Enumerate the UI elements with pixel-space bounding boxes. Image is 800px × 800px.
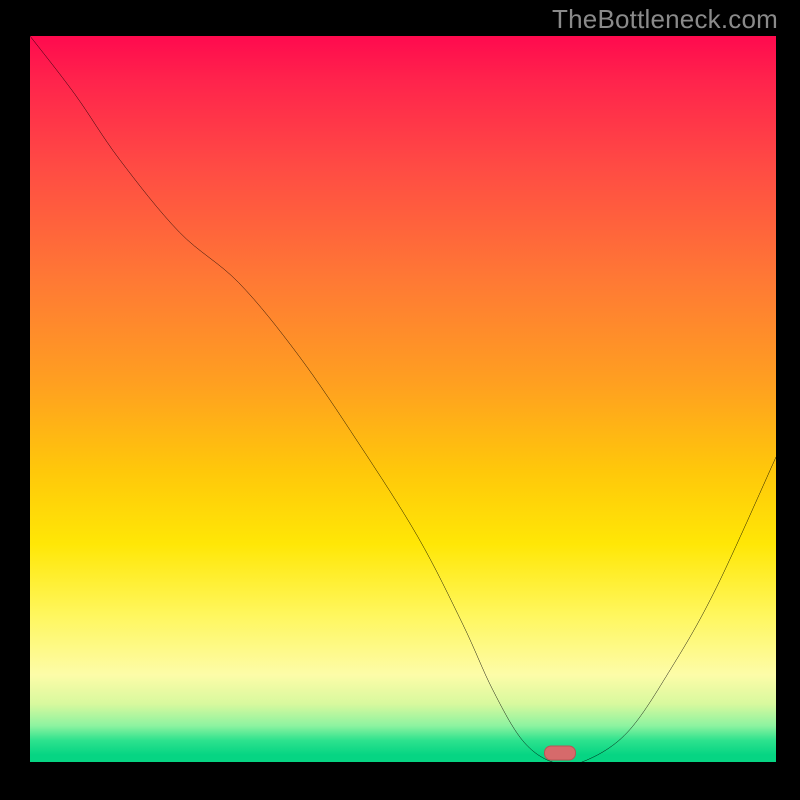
optimal-marker	[544, 746, 576, 761]
plot-area	[30, 36, 776, 762]
watermark-text: TheBottleneck.com	[552, 4, 778, 35]
chart-root: TheBottleneck.com	[0, 0, 800, 800]
bottleneck-curve	[30, 36, 776, 762]
